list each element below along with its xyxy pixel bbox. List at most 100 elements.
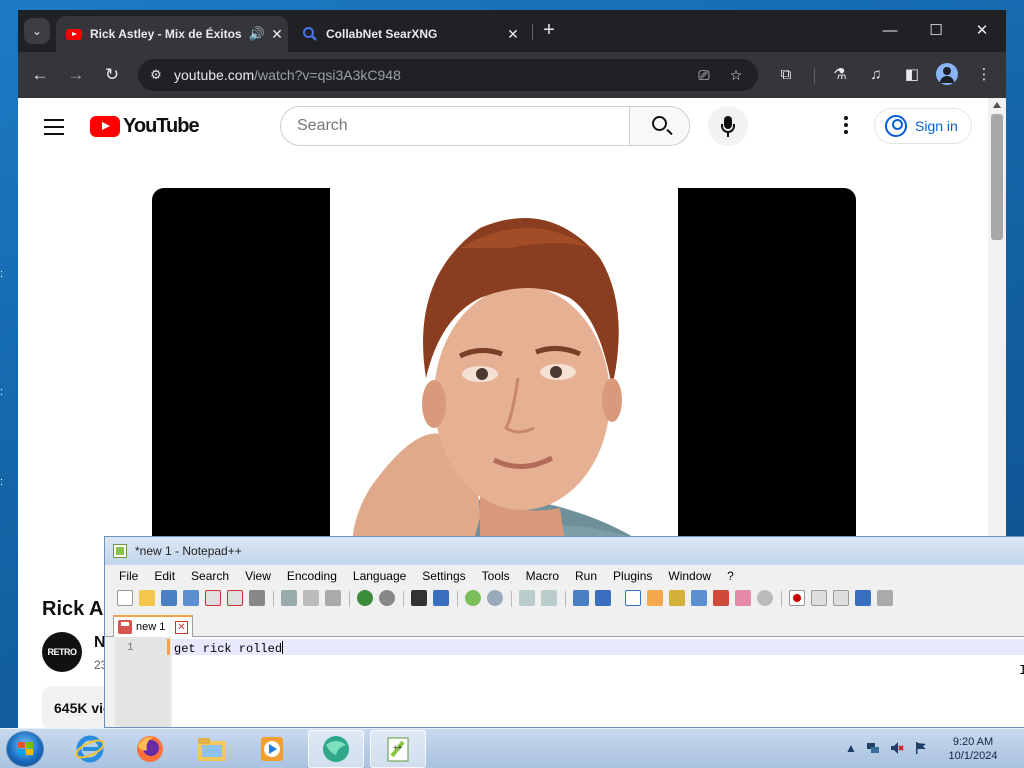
search-input[interactable] [281,107,629,145]
voice-search-button[interactable] [708,106,748,146]
save-icon[interactable] [161,590,177,606]
action-center-flag-icon[interactable] [914,741,928,755]
tab-search-button[interactable]: ⌄ [24,18,50,44]
media-player-taskbar-button[interactable] [244,730,300,768]
scroll-up-arrow-icon[interactable] [993,102,1001,108]
close-window-button[interactable]: ✕ [966,18,998,44]
document-map-icon[interactable] [669,590,685,606]
sync-horizontal-icon[interactable] [541,590,557,606]
function-list-icon[interactable] [691,590,707,606]
address-bar[interactable]: ⚙ youtube.com/watch?v=qsi3A3kC948 ⎚ ☆ [138,59,758,91]
labs-flask-icon[interactable]: ⚗ [828,63,852,87]
menu-window[interactable]: Window [660,567,719,587]
editor-area[interactable]: get rick rolled [172,637,1024,727]
undo-icon[interactable] [357,590,373,606]
record-macro-icon[interactable] [789,590,805,606]
menu-run[interactable]: Run [567,567,605,587]
file-explorer-taskbar-button[interactable] [184,730,240,768]
forward-button[interactable]: → [64,63,88,87]
user-language-icon[interactable] [647,590,663,606]
new-tab-button[interactable]: + [538,20,560,42]
zoom-out-icon[interactable] [487,590,503,606]
copy-icon[interactable] [303,590,319,606]
menu-settings[interactable]: Settings [414,567,473,587]
url-text[interactable]: youtube.com/watch?v=qsi3A3kC948 [174,67,401,83]
indent-guide-icon[interactable] [625,590,641,606]
save-all-icon[interactable] [183,590,199,606]
show-hidden-icons-arrow[interactable]: ▲ [844,741,858,755]
menu-language[interactable]: Language [345,567,414,587]
reload-button[interactable]: ↻ [100,63,124,87]
hamburger-menu-icon[interactable] [44,119,64,135]
firefox-taskbar-button[interactable] [122,730,178,768]
scroll-thumb[interactable] [991,114,1003,240]
play-macro-icon[interactable] [833,590,849,606]
media-controls-icon[interactable]: ♫ [864,63,888,87]
tab-close-button[interactable]: ✕ [502,26,524,43]
tab-close-icon[interactable]: ✕ [175,620,188,634]
maximize-button[interactable]: ☐ [920,18,952,44]
cast-icon[interactable]: ⎚ [694,65,714,85]
profile-avatar-icon[interactable] [936,63,958,85]
monitoring-icon[interactable] [757,590,773,606]
site-info-icon[interactable]: ⚙ [146,65,166,85]
word-wrap-icon[interactable] [573,590,589,606]
close-all-icon[interactable] [227,590,243,606]
tab-searxng[interactable]: CollabNet SearXNG ✕ [292,16,524,52]
app-taskbar-button[interactable] [308,730,364,768]
start-button[interactable] [6,731,44,767]
minimize-button[interactable]: — [874,18,906,44]
menu-search[interactable]: Search [183,567,237,587]
sign-in-button[interactable]: Sign in [874,108,972,144]
internet-explorer-taskbar-button[interactable] [62,730,118,768]
open-folder-icon[interactable] [139,590,155,606]
save-macro-icon[interactable] [877,590,893,606]
chrome-menu-icon[interactable]: ⋮ [972,63,996,87]
network-icon[interactable] [866,741,880,755]
sync-vertical-icon[interactable] [519,590,535,606]
video-player[interactable] [152,188,856,588]
show-all-chars-icon[interactable] [595,590,611,606]
tab-close-button[interactable]: ✕ [266,26,288,43]
notepad-taskbar-button[interactable]: ++ [370,730,426,768]
menu-tools[interactable]: Tools [474,567,518,587]
youtube-wordmark: YouTube [123,114,200,137]
paste-icon[interactable] [325,590,341,606]
replace-icon[interactable] [433,590,449,606]
menu-edit[interactable]: Edit [146,567,183,587]
zoom-in-icon[interactable] [465,590,481,606]
tab-new-1[interactable]: new 1 ✕ [113,615,193,637]
notepad-title-bar[interactable]: *new 1 - Notepad++ [105,537,1024,565]
close-file-icon[interactable] [205,590,221,606]
folder-as-workspace-icon[interactable] [713,590,729,606]
menu-plugins[interactable]: Plugins [605,567,660,587]
new-file-icon[interactable] [117,590,133,606]
extensions-icon[interactable]: ⧉ [774,63,798,87]
menu-view[interactable]: View [237,567,279,587]
channel-avatar[interactable]: RETRO [42,632,82,672]
document-list-icon[interactable] [735,590,751,606]
redo-icon[interactable] [379,590,395,606]
settings-kebab-icon[interactable] [836,114,856,138]
print-icon[interactable] [249,590,265,606]
cut-icon[interactable] [281,590,297,606]
svg-text:++: ++ [393,743,403,752]
volume-muted-icon[interactable] [890,741,904,755]
run-macro-multiple-icon[interactable] [855,590,871,606]
editor-text[interactable]: get rick rolled [174,641,284,656]
back-button[interactable]: ← [28,63,52,87]
system-clock[interactable]: 9:20 AM 10/1/2024 [938,735,1008,763]
side-panel-icon[interactable]: ◧ [900,63,924,87]
menu-encoding[interactable]: Encoding [279,567,345,587]
stop-macro-icon[interactable] [811,590,827,606]
menu-help[interactable]: ? [719,567,742,587]
bookmark-star-icon[interactable]: ☆ [726,65,746,85]
tab-youtube[interactable]: Rick Astley - Mix de Éxitos 🔊 ✕ [56,16,288,52]
find-icon[interactable] [411,590,427,606]
speaker-icon[interactable]: 🔊 [248,26,266,42]
menu-file[interactable]: File [105,567,146,587]
menu-macro[interactable]: Macro [518,567,567,587]
search-button[interactable] [629,107,689,145]
ibeam-cursor-icon: I [1019,663,1024,679]
youtube-logo[interactable]: YouTube [90,114,200,138]
